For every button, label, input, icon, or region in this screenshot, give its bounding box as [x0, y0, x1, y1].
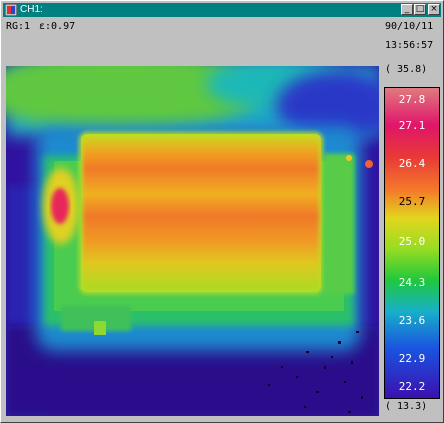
scale-tick: 25.7: [398, 195, 426, 208]
thermal-image-graphic: [6, 66, 379, 416]
scale-tick: 27.8: [398, 93, 426, 106]
scale-tick: 25.0: [398, 235, 426, 248]
color-scale-bar: 27.8 27.1 26.4 25.7 25.0 24.3 23.6 22.9 …: [384, 87, 440, 399]
scale-max-label: ( 35.8): [385, 64, 428, 75]
scale-min-label: ( 13.3): [385, 401, 428, 412]
minimize-button[interactable]: _: [401, 4, 413, 15]
thermal-image[interactable]: [6, 66, 379, 416]
close-button[interactable]: ×: [428, 4, 440, 15]
scale-tick: 22.9: [398, 352, 426, 365]
range-label: RG:1: [6, 21, 31, 32]
maximize-button[interactable]: □: [414, 4, 426, 15]
scale-tick: 22.2: [398, 380, 426, 393]
time-label: 13:56:57: [385, 40, 434, 51]
scale-tick: 23.6: [398, 314, 426, 327]
date-label: 90/10/11: [385, 21, 434, 32]
scale-tick: 24.3: [398, 276, 426, 289]
thermal-app-icon: [5, 4, 17, 16]
window-title: CH1:: [20, 4, 43, 15]
title-bar[interactable]: CH1: _ □ ×: [3, 3, 441, 17]
emissivity-label: ε:0.97: [39, 21, 76, 32]
thermal-viewer-window: CH1: _ □ × RG:1 ε:0.97 90/10/11 13:56:57: [0, 0, 444, 423]
scale-tick: 26.4: [398, 157, 426, 170]
scale-tick: 27.1: [398, 119, 426, 132]
